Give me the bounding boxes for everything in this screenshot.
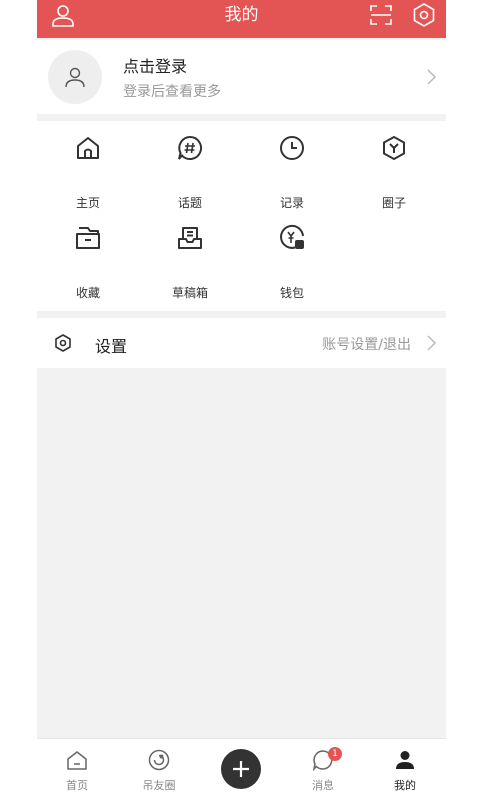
hashtag-icon <box>176 134 204 162</box>
feature-label: 记录 <box>279 196 304 210</box>
feature-label: 话题 <box>177 196 202 210</box>
feature-label: 草稿箱 <box>171 286 208 300</box>
chevron-right-icon <box>425 334 437 352</box>
tab-home[interactable]: 首页 <box>37 739 117 801</box>
scan-icon[interactable] <box>368 2 394 28</box>
tab-profile[interactable]: 我的 <box>365 739 445 801</box>
home-icon <box>74 134 102 162</box>
feature-favorites[interactable]: 收藏 <box>37 211 139 300</box>
feature-label: 主页 <box>75 196 100 210</box>
tab-label: 吊友圈 <box>142 779 176 792</box>
settings-hint: 账号设置/退出 <box>322 337 411 353</box>
login-subtitle: 登录后查看更多 <box>123 84 221 100</box>
settings-icon <box>53 333 73 353</box>
login-card[interactable]: 点击登录 登录后查看更多 <box>37 40 446 114</box>
feature-label: 圈子 <box>381 196 406 210</box>
unread-badge: 1 <box>328 747 342 761</box>
feature-topic[interactable]: 话题 <box>139 121 241 210</box>
home-tab-icon <box>66 749 88 771</box>
settings-row[interactable]: 设置 账号设置/退出 <box>37 318 446 368</box>
feature-grid: 主页 话题 记录 圈子 收藏 草稿箱 钱包 <box>37 121 446 311</box>
avatar[interactable] <box>48 50 102 104</box>
add-post-button[interactable] <box>221 749 261 789</box>
chevron-right-icon <box>425 68 437 86</box>
gear-icon[interactable] <box>411 2 437 28</box>
feature-drafts[interactable]: 草稿箱 <box>139 211 241 300</box>
clock-icon <box>278 134 306 162</box>
tab-label: 消息 <box>312 779 334 792</box>
feature-label: 钱包 <box>279 286 304 300</box>
feature-circle[interactable]: 圈子 <box>343 121 445 210</box>
tab-circle-friends[interactable]: 吊友圈 <box>119 739 199 801</box>
folder-icon <box>74 224 102 252</box>
feature-label: 收藏 <box>75 286 100 300</box>
feature-record[interactable]: 记录 <box>241 121 343 210</box>
tab-label: 首页 <box>66 779 88 792</box>
tab-label: 我的 <box>394 779 416 792</box>
feature-home[interactable]: 主页 <box>37 121 139 210</box>
circle-friends-icon <box>148 749 170 771</box>
profile-icon <box>394 749 416 771</box>
wallet-icon <box>278 224 306 252</box>
bottom-tab-bar: 首页 吊友圈 1 消息 我的 <box>37 738 446 801</box>
settings-label: 设置 <box>95 337 128 356</box>
feature-wallet[interactable]: 钱包 <box>241 211 343 300</box>
login-title[interactable]: 点击登录 <box>123 53 187 77</box>
hexagon-icon <box>380 134 408 162</box>
app-screen: 我的 点击登录 登录后查看更多 主页 话题 记录 圈子 收藏 草稿箱 钱包 设置… <box>37 0 446 801</box>
tab-messages[interactable]: 1 消息 <box>283 739 363 801</box>
top-bar: 我的 <box>37 0 446 38</box>
inbox-icon <box>176 224 204 252</box>
